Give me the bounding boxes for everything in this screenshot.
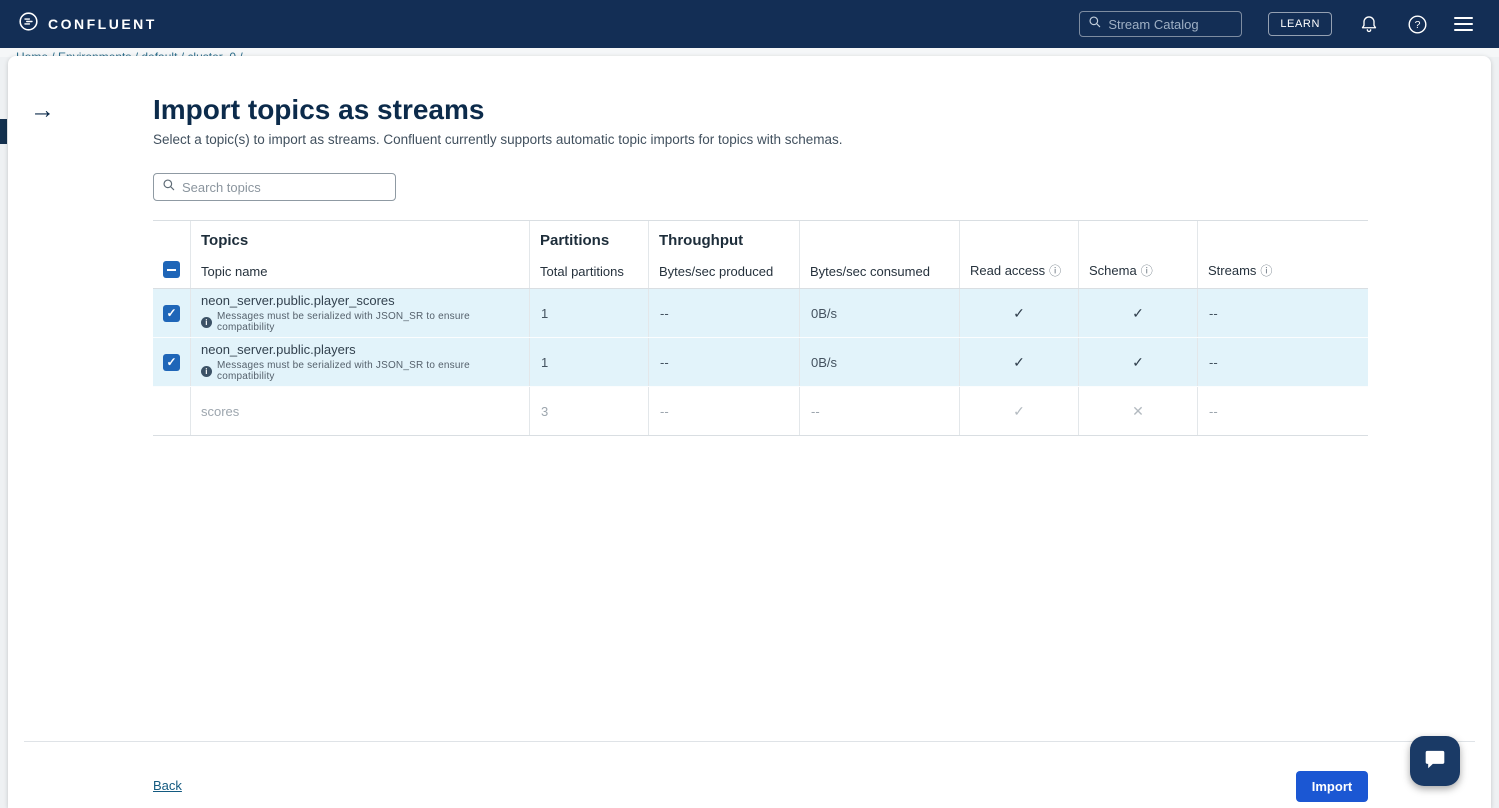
row-checkbox[interactable] <box>163 305 180 322</box>
footer-divider <box>24 741 1475 742</box>
stream-catalog-input[interactable] <box>1108 17 1228 32</box>
read-access-check-icon: ✓ <box>1013 305 1025 322</box>
collapse-panel-arrow-icon[interactable]: → <box>30 96 55 125</box>
confluent-brand[interactable]: CONFLUENT <box>0 11 157 37</box>
search-topics-input[interactable] <box>182 180 377 195</box>
stream-catalog-search[interactable] <box>1079 11 1242 37</box>
select-all-checkbox[interactable] <box>163 261 180 278</box>
chat-bubble-icon <box>1422 746 1448 777</box>
help-icon[interactable]: ? <box>1406 13 1428 35</box>
topic-note: i Messages must be serialized with JSON_… <box>201 360 519 382</box>
learn-button[interactable]: LEARN <box>1268 12 1332 36</box>
info-icon: ⓘ <box>1141 264 1153 278</box>
col-throughput: Throughput <box>659 232 789 249</box>
search-topics-field[interactable] <box>153 173 396 201</box>
bytes-consumed-value: 0B/s <box>799 289 959 337</box>
topic-name: scores <box>201 404 239 419</box>
topic-note: i Messages must be serialized with JSON_… <box>201 311 519 333</box>
topic-name: neon_server.public.player_scores <box>201 293 395 308</box>
brand-name: CONFLUENT <box>48 16 157 32</box>
col-total-partitions: Total partitions <box>540 264 638 279</box>
bytes-produced-value: -- <box>648 289 799 337</box>
col-bytes-produced: Bytes/sec produced <box>659 264 789 279</box>
topic-name: neon_server.public.players <box>201 342 356 357</box>
streams-value: -- <box>1197 338 1368 386</box>
partitions-value: 3 <box>529 387 648 435</box>
bytes-consumed-value: -- <box>799 387 959 435</box>
col-streams: Streamsⓘ <box>1208 262 1358 279</box>
page-subtitle: Select a topic(s) to import as streams. … <box>153 132 843 147</box>
col-bytes-consumed: Bytes/sec consumed <box>810 264 949 279</box>
streams-value: -- <box>1197 289 1368 337</box>
topics-table: Topics Topic name Partitions Total parti… <box>153 220 1368 436</box>
row-checkbox[interactable] <box>163 354 180 371</box>
partitions-value: 1 <box>529 289 648 337</box>
notifications-bell-icon[interactable] <box>1358 13 1380 35</box>
table-row[interactable]: neon_server.public.player_scores i Messa… <box>153 289 1368 338</box>
col-partitions: Partitions <box>540 232 638 249</box>
partitions-value: 1 <box>529 338 648 386</box>
bytes-consumed-value: 0B/s <box>799 338 959 386</box>
bytes-produced-value: -- <box>648 338 799 386</box>
import-button[interactable]: Import <box>1296 771 1368 802</box>
col-topic-name: Topic name <box>201 264 519 279</box>
info-icon: i <box>201 317 212 328</box>
info-icon: i <box>201 366 212 377</box>
search-icon <box>1088 15 1102 34</box>
col-topics: Topics <box>201 232 519 249</box>
info-icon: ⓘ <box>1049 264 1061 278</box>
confluent-logo-icon <box>18 11 39 37</box>
schema-cross-icon: ✕ <box>1132 403 1144 420</box>
schema-check-icon: ✓ <box>1132 305 1144 322</box>
svg-text:?: ? <box>1414 19 1420 31</box>
page-title: Import topics as streams <box>153 94 484 126</box>
back-link[interactable]: Back <box>153 778 182 793</box>
top-navbar: CONFLUENT LEARN ? <box>0 0 1499 48</box>
table-row: scores 3 -- -- ✓ ✕ -- <box>153 387 1368 436</box>
col-read-access: Read accessⓘ <box>970 262 1068 279</box>
table-row[interactable]: neon_server.public.players i Messages mu… <box>153 338 1368 387</box>
read-access-check-icon: ✓ <box>1013 403 1025 420</box>
read-access-check-icon: ✓ <box>1013 354 1025 371</box>
col-schema: Schemaⓘ <box>1089 262 1187 279</box>
collapsed-sidebar-sliver <box>0 119 7 144</box>
search-icon <box>162 178 176 197</box>
bytes-produced-value: -- <box>648 387 799 435</box>
menu-hamburger-icon[interactable] <box>1454 17 1473 31</box>
streams-value: -- <box>1197 387 1368 435</box>
table-header-row: Topics Topic name Partitions Total parti… <box>153 220 1368 289</box>
chat-widget-button[interactable] <box>1410 736 1460 786</box>
schema-check-icon: ✓ <box>1132 354 1144 371</box>
info-icon: ⓘ <box>1260 264 1272 278</box>
